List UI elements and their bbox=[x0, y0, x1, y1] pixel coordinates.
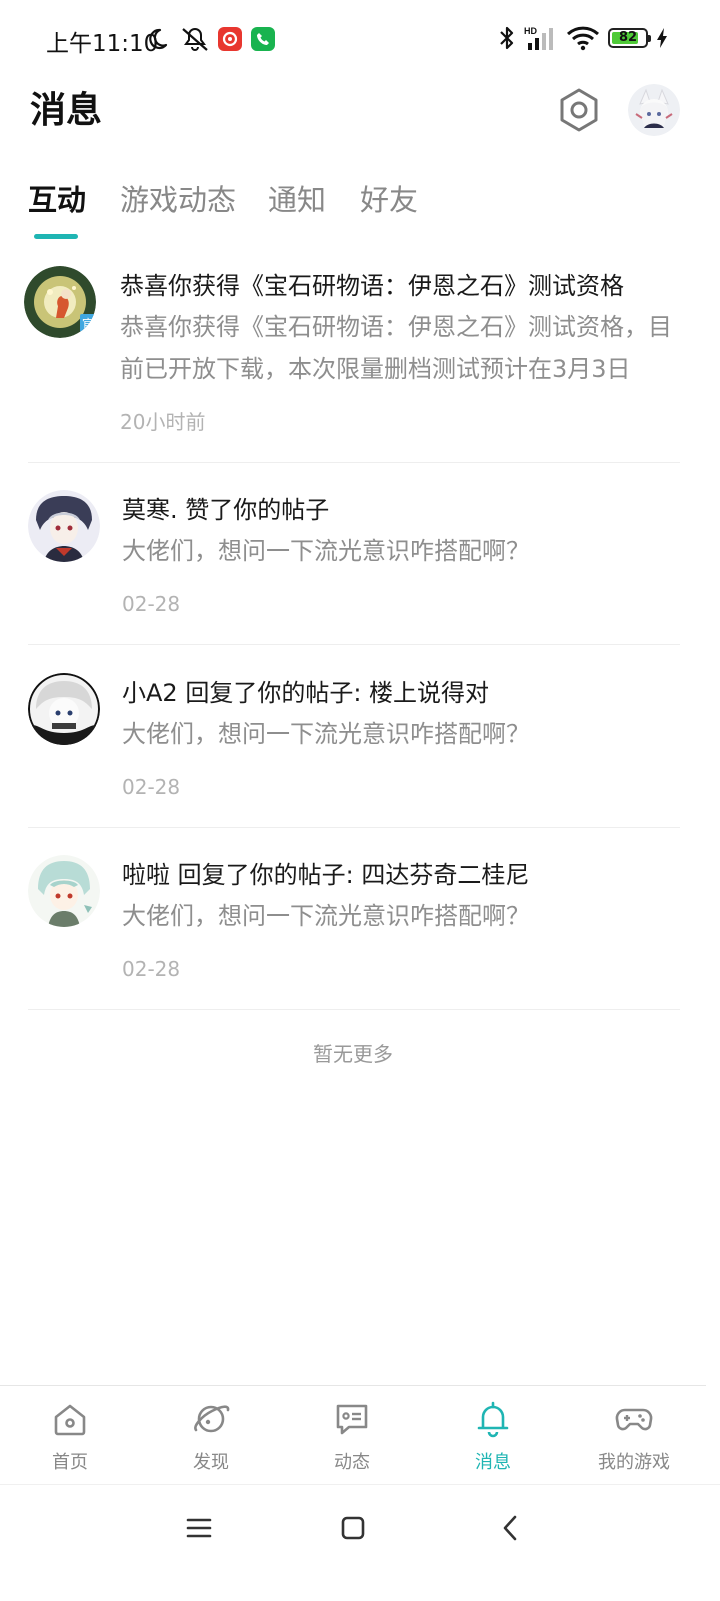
nav-my-games[interactable]: 我的游戏 bbox=[574, 1386, 694, 1484]
message-title: 啦啦 回复了你的帖子: 四达芬奇二桂尼 bbox=[122, 861, 530, 889]
nav-home-label: 首页 bbox=[52, 1452, 88, 1473]
user-avatar-mohan bbox=[28, 490, 100, 562]
bell-icon bbox=[477, 1401, 509, 1438]
nav-my-games-label: 我的游戏 bbox=[598, 1452, 670, 1473]
user-avatar-lala bbox=[28, 855, 100, 927]
status-bar: 上午11:10 HD 82 bbox=[0, 0, 720, 80]
battery-icon: 82 bbox=[608, 28, 651, 48]
message-item[interactable]: 啦啦 回复了你的帖子: 四达芬奇二桂尼 大佬们，想问一下流光意识咋搭配啊？ 02… bbox=[24, 855, 680, 1011]
phone-app-icon bbox=[251, 27, 275, 51]
mute-icon bbox=[182, 28, 208, 51]
settings-button[interactable] bbox=[555, 86, 603, 134]
message-title: 莫寒. 赞了你的帖子 bbox=[122, 496, 330, 524]
nav-discover-label: 发现 bbox=[193, 1452, 229, 1473]
tab-interaction[interactable]: 互动 bbox=[28, 178, 86, 222]
bottom-nav: 首页 发现 动态 消息 我的游戏 bbox=[0, 1385, 706, 1484]
message-time: 02-28 bbox=[122, 775, 181, 799]
gamepad-icon bbox=[615, 1408, 653, 1431]
settings-hexagon-icon bbox=[560, 88, 598, 132]
nav-messages[interactable]: 消息 bbox=[433, 1386, 553, 1484]
message-time: 02-28 bbox=[122, 592, 181, 616]
game-avatar: 官 bbox=[24, 266, 96, 338]
nav-messages-label: 消息 bbox=[475, 1452, 511, 1473]
planet-icon bbox=[194, 1405, 230, 1433]
status-time: 上午11:10 bbox=[46, 31, 159, 57]
tab-game-news[interactable]: 游戏动态 bbox=[120, 178, 236, 222]
home-icon bbox=[54, 1404, 86, 1436]
message-preview: 大佬们，想问一下流光意识咋搭配啊？ bbox=[122, 537, 530, 565]
netease-music-app-icon bbox=[218, 27, 242, 51]
message-preview: 大佬们，想问一下流光意识咋搭配啊？ bbox=[122, 720, 530, 748]
message-time: 20小时前 bbox=[120, 410, 206, 434]
menu-icon[interactable] bbox=[184, 1513, 214, 1543]
battery-level: 82 bbox=[618, 30, 638, 45]
back-icon[interactable] bbox=[496, 1513, 526, 1543]
svg-text:官: 官 bbox=[82, 316, 94, 331]
moon-icon bbox=[149, 28, 168, 50]
nav-feed-label: 动态 bbox=[334, 1452, 370, 1473]
message-title: 恭喜你获得《宝石研物语：伊恩之石》测试资格 bbox=[120, 272, 624, 300]
nav-discover[interactable]: 发现 bbox=[151, 1386, 271, 1484]
nav-feed[interactable]: 动态 bbox=[292, 1386, 412, 1484]
message-item[interactable]: 小A2 回复了你的帖子: 楼上说得对 大佬们，想问一下流光意识咋搭配啊？ 02-… bbox=[24, 673, 680, 829]
no-more-text: 暂无更多 bbox=[313, 1042, 393, 1066]
divider bbox=[28, 1009, 680, 1010]
nav-home[interactable]: 首页 bbox=[10, 1386, 130, 1484]
message-item[interactable]: 莫寒. 赞了你的帖子 大佬们，想问一下流光意识咋搭配啊？ 02-28 bbox=[24, 490, 680, 646]
message-time: 02-28 bbox=[122, 957, 181, 981]
user-avatar-xiao-a2 bbox=[28, 673, 100, 745]
message-item[interactable]: 官 恭喜你获得《宝石研物语：伊恩之石》测试资格 恭喜你获得《宝石研物语：伊恩之石… bbox=[24, 266, 680, 464]
hd-signal-icon: HD bbox=[524, 26, 553, 50]
page-title: 消息 bbox=[30, 90, 103, 131]
divider bbox=[28, 462, 680, 463]
tab-notifications[interactable]: 通知 bbox=[268, 178, 326, 222]
divider bbox=[28, 827, 680, 828]
user-avatar[interactable] bbox=[628, 84, 680, 136]
home-square-icon[interactable] bbox=[338, 1513, 368, 1543]
wifi-icon bbox=[566, 26, 600, 51]
system-navigation-bar bbox=[0, 1484, 720, 1601]
svg-text:HD: HD bbox=[524, 26, 537, 36]
bluetooth-icon bbox=[500, 26, 514, 50]
charging-icon bbox=[657, 28, 667, 48]
chat-bubble-icon bbox=[336, 1404, 368, 1435]
active-tab-indicator bbox=[34, 234, 78, 239]
message-preview: 恭喜你获得《宝石研物语：伊恩之石》测试资格，目前已开放下载，本次限量删档测试预计… bbox=[120, 313, 672, 383]
divider bbox=[28, 644, 680, 645]
message-preview: 大佬们，想问一下流光意识咋搭配啊？ bbox=[122, 902, 530, 930]
tab-friends[interactable]: 好友 bbox=[360, 178, 418, 222]
message-title: 小A2 回复了你的帖子: 楼上说得对 bbox=[122, 679, 490, 707]
